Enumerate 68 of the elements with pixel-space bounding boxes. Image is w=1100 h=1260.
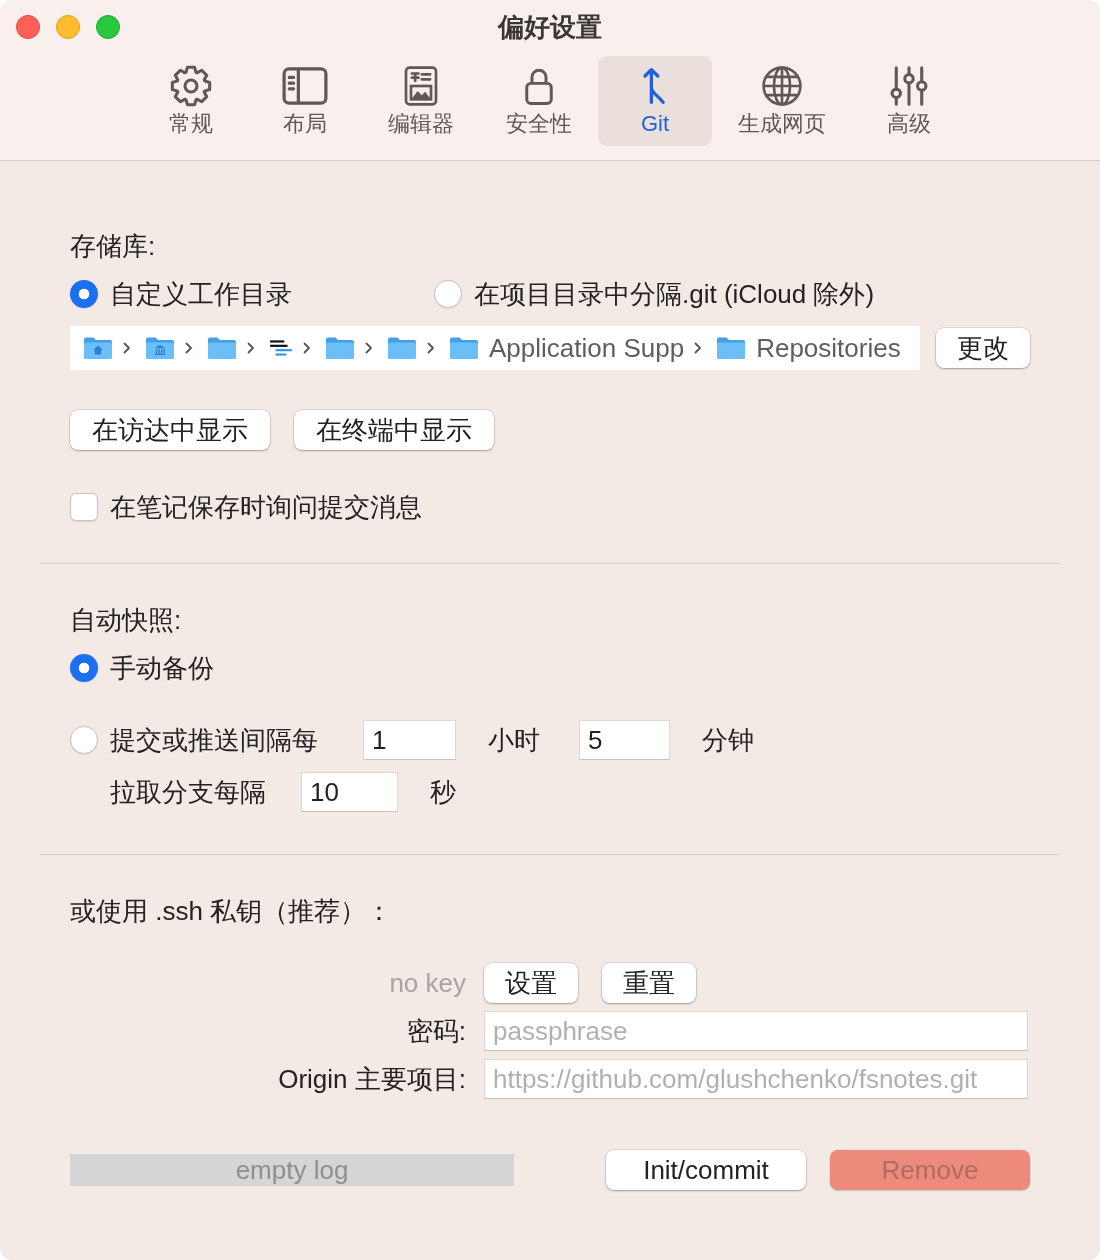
radio-label: 自定义工作目录 [110, 278, 292, 310]
folder-icon [387, 336, 417, 360]
unit-label: 小时 [488, 724, 540, 756]
text-lines-icon [269, 339, 293, 357]
gear-icon [170, 65, 212, 107]
reveal-button[interactable]: 在终端中显示 [294, 410, 494, 450]
radio-button[interactable] [70, 654, 98, 682]
chevron-icon [427, 342, 435, 354]
field-label: Origin 主要项目: [278, 1064, 466, 1094]
key-button[interactable]: 设置 [484, 963, 578, 1003]
number-field[interactable]: 1 [363, 720, 456, 760]
toolbar-tab[interactable]: 常规 [134, 56, 248, 146]
radio-button[interactable] [70, 726, 98, 754]
sliders-icon [890, 66, 928, 106]
path-segment[interactable]: Application Supp [489, 333, 685, 363]
toolbar-tab[interactable]: Git [598, 56, 712, 146]
branch-arrow-icon [642, 66, 668, 106]
number-field[interactable]: 5 [579, 720, 670, 760]
lock-icon [525, 66, 553, 106]
reveal-button[interactable]: 在访达中显示 [70, 410, 270, 450]
text-field[interactable]: passphrase [484, 1011, 1028, 1051]
path-control[interactable]: Application Supp Repositories [70, 326, 920, 370]
chevron-icon [365, 342, 373, 354]
toolbar-tab[interactable]: 布局 [248, 56, 362, 146]
log-status-bar: empty log [70, 1154, 514, 1186]
folder-icon [325, 336, 355, 360]
field-label: 拉取分支每隔 [110, 776, 266, 808]
sidebar-layout-icon [282, 67, 328, 105]
number-field[interactable]: 10 [301, 772, 398, 812]
folder-icon [449, 336, 479, 360]
key-button[interactable]: 重置 [602, 963, 696, 1003]
key-status-label: no key [389, 968, 466, 998]
path-segment[interactable]: Repositories [756, 333, 901, 363]
checkbox-label: 在笔记保存时询问提交消息 [110, 491, 422, 523]
minimize-button[interactable] [56, 15, 80, 39]
document-image-icon [404, 66, 438, 106]
toolbar-tab[interactable]: 高级 [852, 56, 966, 146]
field-label: 密码: [406, 1016, 466, 1046]
window-title: 偏好设置 [498, 12, 602, 42]
commit-button[interactable]: Init/commit [606, 1150, 806, 1190]
section-heading: 自动快照: [70, 605, 182, 635]
text-field[interactable]: https://github.com/glushchenko/fsnotes.git [484, 1059, 1028, 1099]
globe-icon [762, 66, 802, 106]
checkbox[interactable] [70, 493, 98, 521]
folder-icon [207, 336, 237, 360]
folder-icon [716, 336, 747, 360]
toolbar-tab[interactable]: 编辑器 [362, 56, 480, 146]
radio-label: 在项目目录中分隔.git (iCloud 除外) [474, 278, 875, 310]
toolbar-tab[interactable]: 安全性 [480, 56, 598, 146]
chevron-icon [303, 342, 311, 354]
chevron-icon [185, 342, 193, 354]
radio-label: 提交或推送间隔每 [110, 724, 318, 756]
radio-button[interactable] [434, 280, 462, 308]
library-folder-icon [145, 336, 175, 360]
home-folder-icon [83, 336, 113, 360]
radio-button[interactable] [70, 280, 98, 308]
section-heading: 或使用 .ssh 私钥（推荐）： [70, 896, 393, 926]
chevron-icon [694, 342, 703, 354]
change-button[interactable]: 更改 [936, 328, 1030, 368]
zoom-button[interactable] [96, 15, 120, 39]
close-button[interactable] [16, 15, 40, 39]
unit-label: 分钟 [702, 724, 754, 756]
chevron-icon [247, 342, 255, 354]
chevron-icon [123, 342, 131, 354]
section-heading: 存储库: [70, 231, 156, 261]
radio-label: 手动备份 [110, 652, 214, 684]
unit-label: 秒 [430, 776, 456, 808]
toolbar-tab[interactable]: 生成网页 [712, 56, 852, 146]
